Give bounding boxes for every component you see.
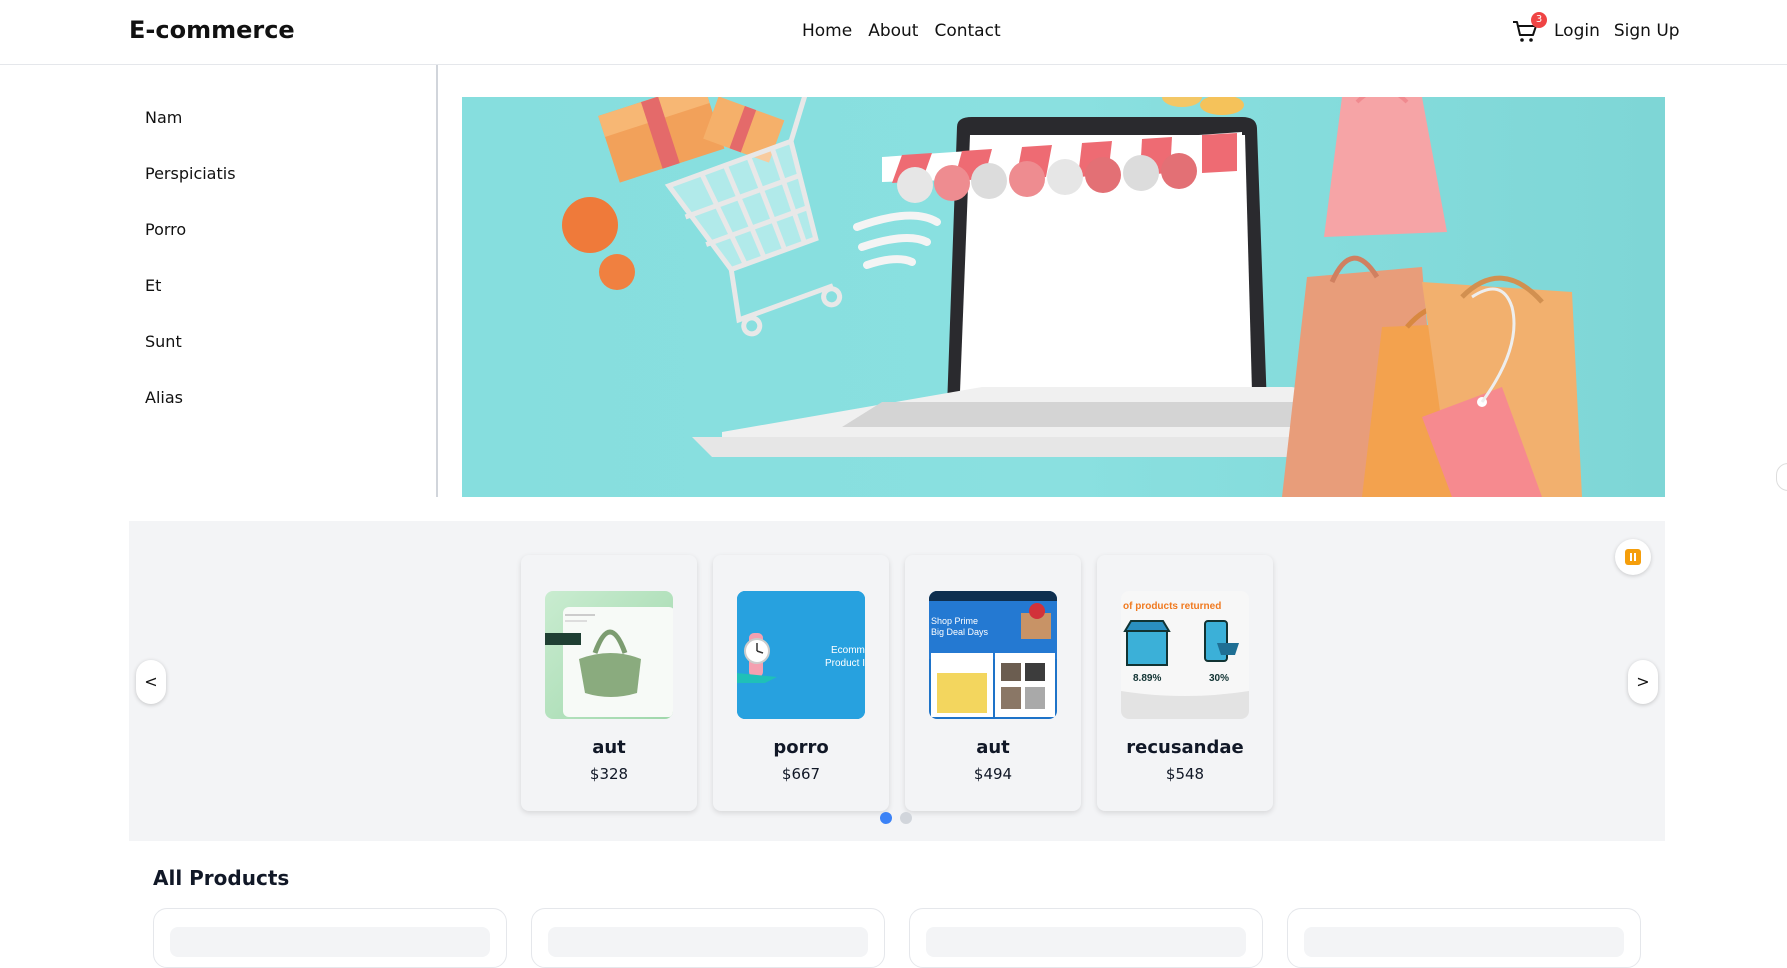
product-name: aut: [976, 737, 1010, 758]
pagination-dot-2[interactable]: [900, 812, 912, 824]
pause-icon: [1625, 549, 1641, 565]
product-price: $494: [973, 765, 1013, 783]
prime-text-line2: Big Deal Days: [931, 627, 989, 637]
carousel-pagination: [880, 812, 912, 824]
hero-illustration: [562, 97, 1582, 497]
cart-count-badge: 3: [1531, 12, 1547, 28]
promo-text-line2: Product I: [825, 658, 865, 669]
product-card[interactable]: [1287, 908, 1641, 968]
sidebar-item-nam[interactable]: Nam: [145, 108, 182, 127]
product-image: [545, 591, 673, 719]
product-card[interactable]: [909, 908, 1263, 968]
nav-about[interactable]: About: [868, 21, 918, 41]
stat-2: 30%: [1209, 673, 1229, 684]
product-price: $548: [1165, 765, 1205, 783]
prime-deal-image: Shop Prime Big Deal Days: [929, 591, 1057, 717]
product-image: Shop Prime Big Deal Days: [929, 591, 1057, 719]
carousel-card[interactable]: of products returned 8.89% 30% recusanda…: [1097, 555, 1273, 811]
pagination-dot-1[interactable]: [880, 812, 892, 824]
sidebar-item-porro[interactable]: Porro: [145, 220, 186, 239]
pause-button[interactable]: [1615, 539, 1651, 575]
promo-text-line1: Ecomm: [831, 645, 865, 656]
product-name: porro: [773, 737, 829, 758]
product-name: aut: [592, 737, 626, 758]
carousel-prev-button[interactable]: <: [136, 660, 166, 704]
prime-text-line1: Shop Prime: [931, 616, 978, 626]
main-nav: Home About Contact: [802, 21, 1001, 41]
login-link[interactable]: Login: [1554, 21, 1600, 41]
hero-banner[interactable]: [462, 97, 1665, 497]
product-carousel: < > aut $328 Ecomm Product I porro $667 …: [129, 521, 1665, 841]
carousel-next-button[interactable]: >: [1628, 660, 1658, 704]
product-price: $328: [589, 765, 629, 783]
category-sidebar: Nam Perspiciatis Porro Et Sunt Alias: [129, 65, 438, 497]
sidebar-item-sunt[interactable]: Sunt: [145, 332, 182, 351]
handbag-image: [545, 607, 673, 717]
product-card-image-placeholder: [170, 927, 490, 957]
product-image: Ecomm Product I: [737, 591, 865, 719]
product-name: recusandae: [1126, 737, 1244, 758]
watch-promo-image: Ecomm Product I: [737, 591, 865, 719]
carousel-card[interactable]: Ecomm Product I porro $667: [713, 555, 889, 811]
product-card[interactable]: [153, 908, 507, 968]
sidebar-item-et[interactable]: Et: [145, 276, 161, 295]
nav-home[interactable]: Home: [802, 21, 852, 41]
sidebar-item-alias[interactable]: Alias: [145, 388, 183, 407]
carousel-card[interactable]: Shop Prime Big Deal Days aut $494: [905, 555, 1081, 811]
product-card[interactable]: [531, 908, 885, 968]
product-card-image-placeholder: [548, 927, 868, 957]
user-nav: 3 Login Sign Up: [1512, 12, 1680, 46]
cart-button[interactable]: 3: [1512, 12, 1547, 46]
all-products-heading: All Products: [153, 866, 290, 890]
top-navbar: E-commerce Home About Contact 3 Login Si…: [0, 0, 1787, 65]
edge-scroll-handle[interactable]: [1776, 463, 1787, 491]
sidebar-item-perspiciatis[interactable]: Perspiciatis: [145, 164, 236, 183]
product-price: $667: [781, 765, 821, 783]
infographic-title: of products returned: [1123, 601, 1221, 612]
product-card-image-placeholder: [1304, 927, 1624, 957]
stat-1: 8.89%: [1133, 673, 1161, 684]
site-logo[interactable]: E-commerce: [129, 16, 295, 44]
nav-contact[interactable]: Contact: [934, 21, 1000, 41]
product-card-image-placeholder: [926, 927, 1246, 957]
signup-link[interactable]: Sign Up: [1614, 21, 1680, 41]
returns-infographic-image: of products returned 8.89% 30%: [1121, 591, 1249, 719]
product-image: of products returned 8.89% 30%: [1121, 591, 1249, 719]
carousel-card[interactable]: aut $328: [521, 555, 697, 811]
